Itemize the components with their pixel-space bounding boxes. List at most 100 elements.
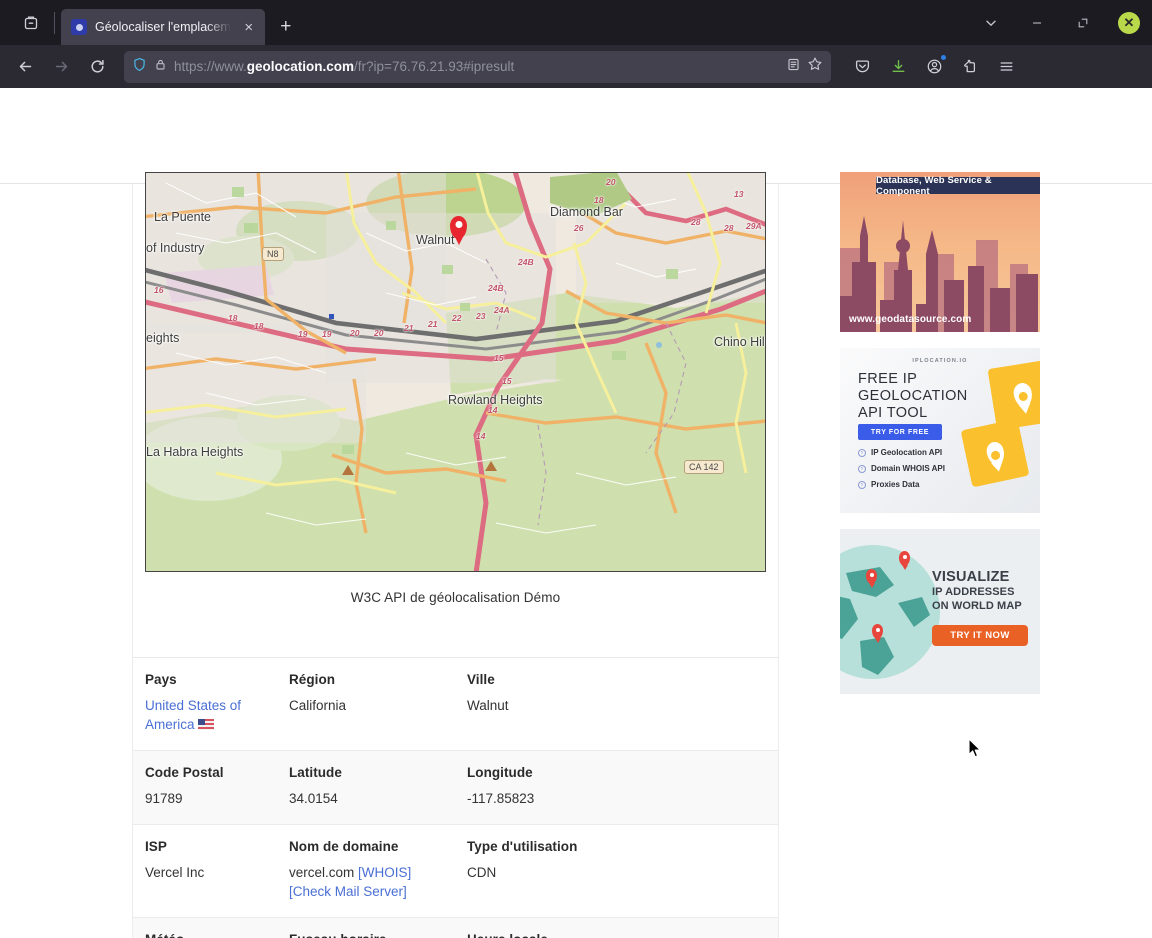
cell-value: 91789 [145, 791, 183, 806]
chevron-down-icon[interactable] [968, 3, 1014, 43]
exit-number: 15 [502, 376, 512, 386]
map-label: Walnut [416, 233, 455, 247]
chevron-right-icon: › [858, 480, 866, 489]
cell-label: Longitude [467, 765, 533, 780]
map-pin-icon [899, 551, 910, 566]
restore-button[interactable] [1060, 3, 1106, 43]
close-icon[interactable]: × [239, 17, 259, 37]
table-cell: Type d'utilisation CDN [467, 839, 727, 901]
map-label: Chino Hill [714, 335, 766, 349]
ad-geodatasource[interactable]: Database, Web Service & Component www.ge… [840, 172, 1040, 332]
forward-button[interactable] [44, 51, 78, 83]
exit-number: 21 [404, 323, 414, 333]
exit-number: 14 [488, 405, 498, 415]
map-pin-icon [872, 624, 883, 639]
map-label: Diamond Bar [550, 205, 623, 219]
try-it-now-button[interactable]: TRY IT NOW [932, 625, 1028, 646]
country-link[interactable]: United States of America [145, 698, 241, 732]
road-shield: CA 142 [684, 460, 724, 474]
table-cell: Latitude 34.0154 [289, 765, 467, 808]
minimize-button[interactable] [1014, 3, 1060, 43]
address-bar[interactable]: https://www.geolocation.com/fr?ip=76.76.… [124, 50, 831, 83]
try-for-free-button[interactable]: TRY FOR FREE [858, 424, 942, 440]
exit-number: 24B [488, 283, 504, 293]
exit-number: 20 [350, 328, 360, 338]
ad-line-1: VISUALIZE [932, 569, 1010, 585]
cell-label: Fuseau horaire [289, 932, 467, 938]
url-path: /fr?ip=76.76.21.93#ipresult [354, 59, 515, 74]
ad-iplocation-io[interactable]: IPLOCATION.IO FREE IP GEOLOCATION API TO… [840, 348, 1040, 513]
map-pin-icon [866, 569, 877, 584]
exit-number: 24B [518, 257, 534, 267]
table-cell: Pays United States of America [145, 672, 289, 734]
cell-label: Heure locale [467, 932, 727, 938]
geolocation-map[interactable]: La Puente of Industry Walnut Diamond Bar… [145, 172, 766, 572]
navigation-toolbar: https://www.geolocation.com/fr?ip=76.76.… [0, 45, 1152, 88]
tabstrip-divider [54, 12, 55, 34]
exit-number: 18 [228, 313, 238, 323]
table-row: Météo View Weather Fuseau horaire Americ… [133, 918, 778, 938]
main-column: La Puente of Industry Walnut Diamond Bar… [132, 172, 779, 938]
ad-headline: FREE IP GEOLOCATION API TOOL [858, 371, 968, 421]
table-cell: Longitude -117.85823 [467, 765, 727, 808]
exit-number: 14 [476, 431, 486, 441]
cell-value: -117.85823 [467, 791, 535, 806]
reader-mode-icon[interactable] [786, 57, 801, 77]
map-pin-card [960, 418, 1030, 488]
cell-label: Type d'utilisation [467, 839, 578, 854]
bookmark-star-icon[interactable] [807, 56, 823, 77]
url-text: https://www.geolocation.com/fr?ip=76.76.… [174, 59, 779, 74]
cell-label: Latitude [289, 765, 342, 780]
list-all-tabs-button[interactable] [14, 6, 48, 40]
check-mail-server-link[interactable]: [Check Mail Server] [289, 884, 407, 899]
exit-number: 19 [298, 329, 308, 339]
cell-value: Vercel Inc [145, 865, 205, 880]
exit-number: 19 [322, 329, 332, 339]
table-row: Pays United States of America Région Cal… [133, 658, 778, 751]
exit-number: 13 [734, 189, 744, 199]
cell-label: ISP [145, 839, 167, 854]
lock-icon[interactable] [154, 58, 167, 76]
download-icon[interactable] [881, 51, 915, 83]
domain-name: vercel.com [289, 865, 355, 880]
shield-icon[interactable] [132, 57, 147, 77]
close-icon: ✕ [1118, 11, 1140, 34]
feature-label: Domain WHOIS API [871, 464, 945, 473]
account-icon[interactable] [917, 51, 951, 83]
cell-label: Pays [145, 672, 177, 687]
exit-number: 18 [594, 195, 604, 205]
exit-number: 28 [691, 217, 701, 227]
ad-banner-text: Database, Web Service & Component [876, 175, 1040, 197]
feature-label: IP Geolocation API [871, 448, 943, 457]
map-label: of Industry [146, 241, 205, 255]
ad-line-3: ON WORLD MAP [932, 600, 1022, 612]
browser-tab[interactable]: Géolocaliser l'emplacem × [61, 9, 265, 45]
ad-visualize-ip[interactable]: VISUALIZE IP ADDRESSES ON WORLD MAP TRY … [840, 529, 1040, 694]
extensions-icon[interactable] [953, 51, 987, 83]
cell-label: Code Postal [145, 765, 224, 780]
table-cell: Région California [289, 672, 467, 734]
table-cell: Code Postal 91789 [145, 765, 289, 808]
table-cell: Ville Walnut [467, 672, 727, 734]
hamburger-menu-icon[interactable] [989, 51, 1023, 83]
reload-button[interactable] [80, 51, 114, 83]
ad-brand-text: IPLOCATION.IO [912, 358, 968, 364]
pocket-save-icon[interactable] [845, 51, 879, 83]
back-button[interactable] [8, 51, 42, 83]
whois-link[interactable]: [WHOIS] [358, 865, 411, 880]
notification-dot [940, 53, 947, 61]
page-content: La Puente of Industry Walnut Diamond Bar… [0, 172, 1152, 938]
new-tab-button[interactable]: + [271, 12, 301, 42]
exit-number: 20 [374, 328, 384, 338]
tab-strip: Géolocaliser l'emplacem × + ✕ [0, 0, 1152, 45]
url-host: geolocation.com [246, 59, 355, 74]
list-item: › IP Geolocation API [858, 448, 945, 457]
flag-usa-icon [198, 719, 215, 730]
site-header: GEOLOCATION ACCUEIL API DE GÉOLOCALISATI… [0, 88, 1152, 251]
exit-number: 24A [494, 305, 510, 315]
cell-value: vercel.com [WHOIS] [Check Mail Server] [289, 863, 467, 901]
cell-label: Nom de domaine [289, 839, 399, 854]
map-label: La Puente [154, 210, 211, 224]
close-window-button[interactable]: ✕ [1106, 3, 1152, 43]
table-cell: ISP Vercel Inc [145, 839, 289, 901]
